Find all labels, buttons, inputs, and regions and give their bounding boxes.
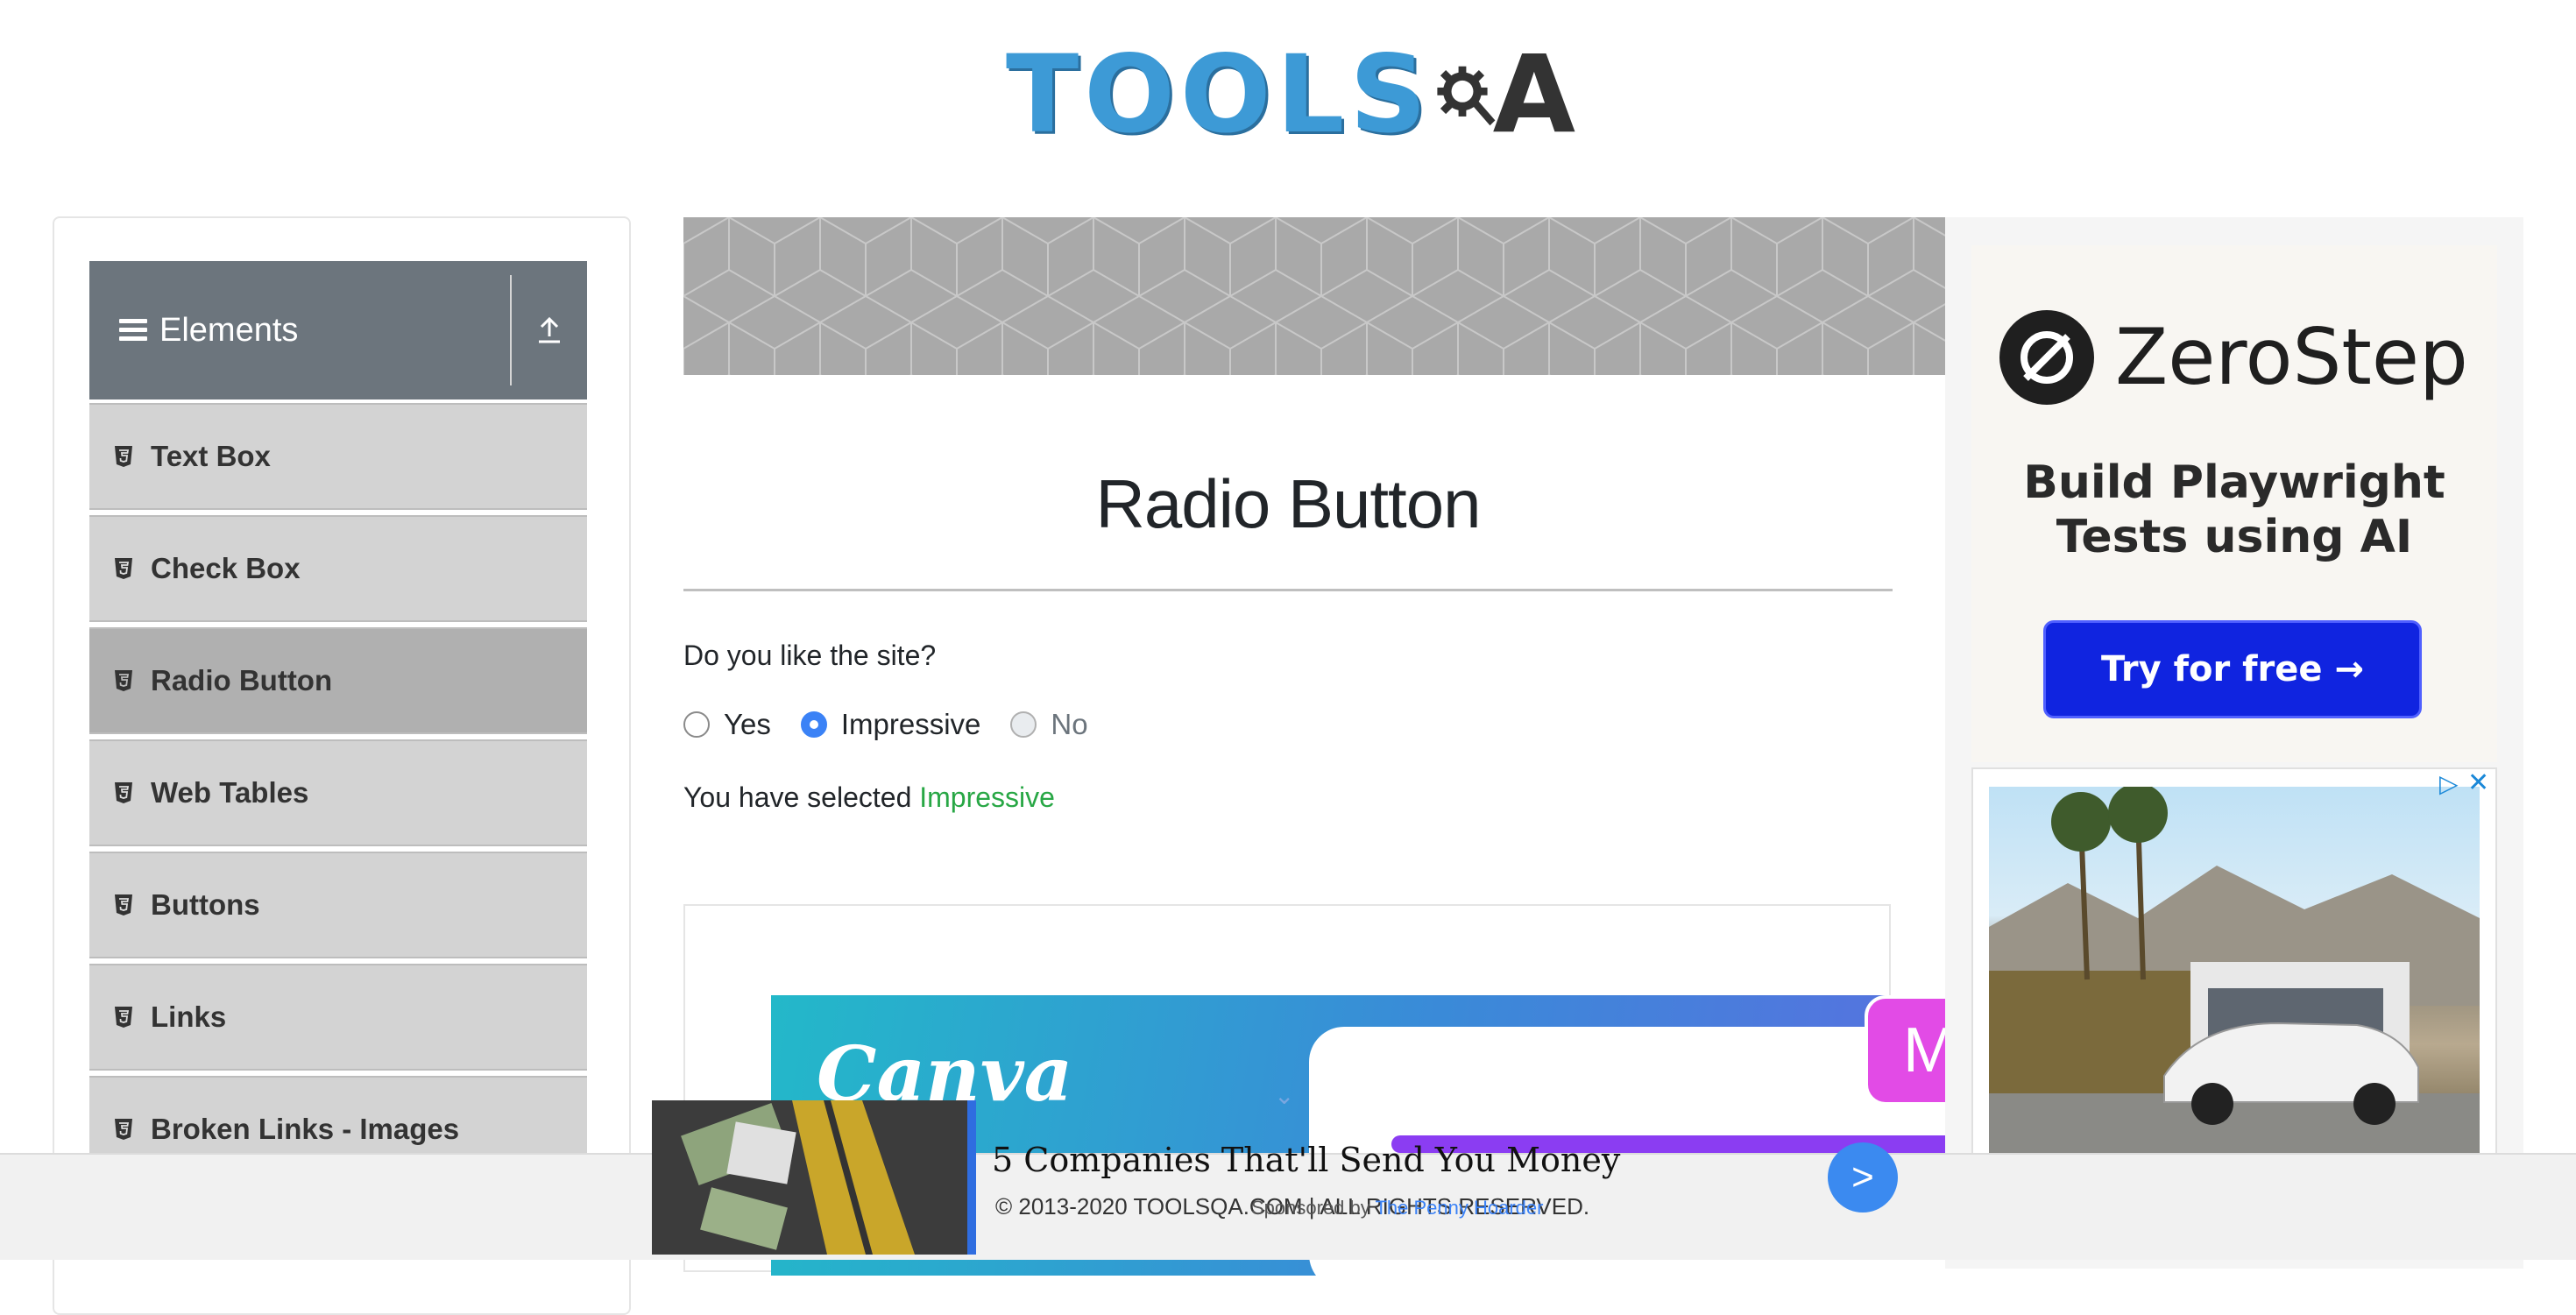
- zerostep-tagline-line2: Tests using AI: [2056, 511, 2413, 563]
- sidebar-item-label: Check Box: [151, 552, 301, 584]
- yes-label[interactable]: Yes: [724, 708, 771, 741]
- title-divider: [683, 589, 1893, 591]
- result-value: Impressive: [919, 781, 1055, 813]
- next-arrow-button[interactable]: >: [1828, 1142, 1898, 1212]
- html5-icon: [115, 446, 132, 467]
- zerostep-tagline: Build Playwright Tests using AI: [1971, 456, 2497, 564]
- question-text: Do you like the site?: [683, 640, 937, 671]
- html5-icon: [115, 894, 132, 916]
- radio-option-no: No: [1010, 708, 1088, 741]
- chevron-down-icon: ⌄: [1274, 1082, 1295, 1109]
- toolsqa-logo[interactable]: TOOLS A: [1006, 25, 1575, 165]
- gear-magnifier-icon: [1437, 66, 1496, 126]
- adchoices-icon[interactable]: ▷: [2439, 769, 2459, 798]
- car-ad-image[interactable]: [1989, 787, 2480, 1155]
- selection-result: You have selected Impressive: [683, 781, 1055, 814]
- sidebar-item-label: Radio Button: [151, 664, 333, 696]
- radio-group: Yes Impressive No: [683, 708, 1118, 741]
- sidebar-item-radio-button[interactable]: Radio Button: [89, 627, 587, 734]
- no-radio: [1010, 711, 1037, 738]
- radio-option-yes[interactable]: Yes: [683, 708, 771, 741]
- sidebar-group-elements[interactable]: Elements: [89, 261, 587, 399]
- sidebar-item-label: Links: [151, 1000, 227, 1033]
- sidebar-item-label: Text Box: [151, 440, 271, 472]
- logo-text-tools: TOOLS: [1006, 32, 1433, 157]
- sidebar-menu: Text Box Check Box Radio Button Web Tabl…: [89, 403, 587, 1188]
- canva-badge: M: [1865, 995, 1945, 1106]
- hero-banner: [683, 217, 1945, 375]
- close-icon[interactable]: ✕: [2467, 767, 2489, 798]
- hamburger-icon: [119, 319, 147, 342]
- impressive-radio[interactable]: [800, 711, 827, 738]
- logo-text-a: A: [1492, 32, 1575, 157]
- group-title: Elements: [159, 311, 299, 349]
- html5-icon: [115, 1007, 132, 1028]
- zerostep-name: ZeroStep: [2115, 312, 2468, 402]
- sidebar-item-text-box[interactable]: Text Box: [89, 403, 587, 510]
- html5-icon: [115, 1119, 132, 1140]
- sidebar-item-links[interactable]: Links: [89, 964, 587, 1071]
- sidebar-item-label: Buttons: [151, 888, 260, 921]
- collapse-button[interactable]: [512, 315, 587, 345]
- hex-pattern: [683, 217, 1945, 375]
- bottom-ad-accent: [967, 1100, 976, 1255]
- html5-icon: [115, 558, 132, 579]
- sidebar-item-check-box[interactable]: Check Box: [89, 515, 587, 622]
- bottom-ad-image[interactable]: [652, 1100, 967, 1255]
- sidebar-item-web-tables[interactable]: Web Tables: [89, 739, 587, 846]
- result-prefix: You have selected: [683, 781, 912, 813]
- no-label: No: [1051, 708, 1088, 740]
- sponsor-prefix: Sponsored by: [1251, 1197, 1370, 1219]
- sidebar-item-buttons[interactable]: Buttons: [89, 852, 587, 958]
- sidebar-item-label: Web Tables: [151, 776, 309, 809]
- bottom-ad-sponsor: Sponsored by The Penny Hoarder: [1251, 1197, 1543, 1220]
- bottom-ad-headline[interactable]: 5 Companies That'll Send You Money: [992, 1141, 1620, 1179]
- impressive-label[interactable]: Impressive: [841, 708, 981, 741]
- page-title: Radio Button: [1095, 465, 1482, 542]
- try-for-free-button[interactable]: Try for free →: [2043, 620, 2422, 718]
- upload-arrow-icon: [539, 316, 560, 343]
- html5-icon: [115, 670, 132, 691]
- yes-radio[interactable]: [683, 711, 710, 738]
- radio-option-impressive[interactable]: Impressive: [800, 708, 981, 741]
- sidebar-item-label: Broken Links - Images: [151, 1113, 460, 1145]
- html5-icon: [115, 782, 132, 803]
- zerostep-logo-icon: [1999, 310, 2094, 405]
- sponsor-brand[interactable]: The Penny Hoarder: [1375, 1197, 1543, 1219]
- zerostep-tagline-line1: Build Playwright: [2023, 456, 2445, 509]
